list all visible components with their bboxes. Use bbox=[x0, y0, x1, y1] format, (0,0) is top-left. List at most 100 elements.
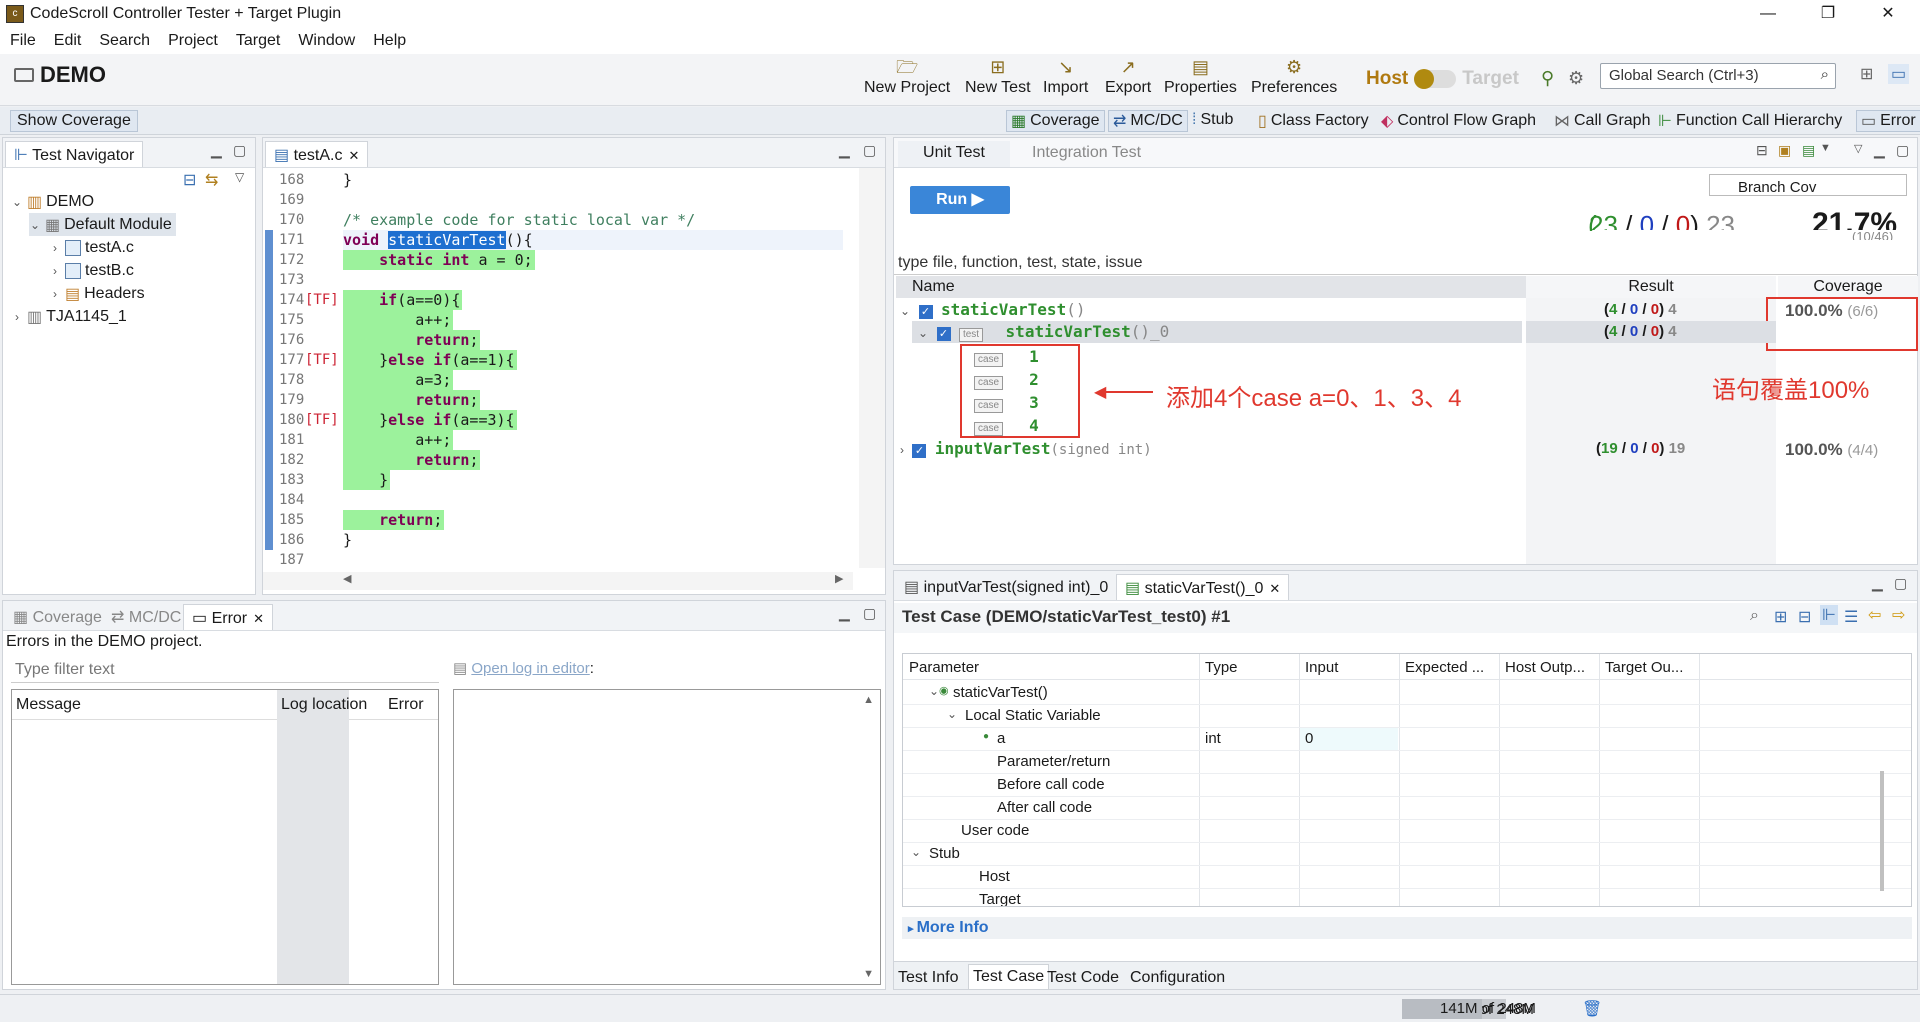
code-line[interactable]: } bbox=[343, 470, 391, 490]
close-icon[interactable]: ✕ bbox=[253, 611, 264, 626]
global-search-input[interactable]: Global Search (Ctrl+3) ⌕ bbox=[1600, 63, 1836, 89]
tree-item-testa[interactable]: › testA.c bbox=[49, 236, 134, 259]
tab-configuration[interactable]: Configuration bbox=[1130, 969, 1225, 987]
code-line[interactable]: a++; bbox=[343, 310, 454, 330]
tree-item-demo[interactable]: ⌄ ▥ DEMO bbox=[11, 190, 94, 213]
parameter-row[interactable]: ⌄ Stub bbox=[903, 843, 1911, 866]
filter-icon[interactable]: ⚲ bbox=[1541, 68, 1554, 89]
test-row-staticvartest[interactable]: ⌄ ✓ staticVarTest() bbox=[900, 299, 1085, 321]
tree-item-headers[interactable]: › ▤ Headers bbox=[49, 282, 145, 305]
maximize-icon[interactable]: ▢ bbox=[1894, 575, 1907, 592]
coverage-type-select[interactable]: Branch Cov bbox=[1709, 174, 1907, 196]
case-row-3[interactable]: case 3 bbox=[974, 392, 1039, 414]
column-header[interactable]: Host Outp... bbox=[1505, 659, 1585, 676]
close-button[interactable]: ✕ bbox=[1860, 0, 1916, 28]
column-coverage[interactable]: Coverage bbox=[1778, 276, 1918, 298]
column-header[interactable]: Target Ou... bbox=[1605, 659, 1683, 676]
chevron-down-icon[interactable]: ⌄ bbox=[947, 707, 957, 721]
code-line[interactable]: static int a = 0; bbox=[343, 250, 535, 270]
dropdown-icon[interactable]: ▼ bbox=[1820, 142, 1831, 154]
function-call-hierarchy-view-button[interactable]: ⊩ Function Call Hierarchy bbox=[1658, 111, 1842, 131]
tree-view-icon[interactable]: ⊩ bbox=[1820, 605, 1838, 625]
code-line[interactable]: return; bbox=[343, 510, 445, 530]
collapse-all-icon[interactable]: ⊟ bbox=[1798, 607, 1811, 627]
case-row-4[interactable]: case 4 bbox=[974, 415, 1039, 437]
minimize-icon[interactable]: ▁ bbox=[839, 605, 850, 622]
list-view-icon[interactable]: ☰ bbox=[1844, 607, 1858, 627]
tab-integration-test[interactable]: Integration Test bbox=[1024, 141, 1149, 167]
view-menu-icon[interactable]: ▽ bbox=[235, 170, 244, 184]
search-icon[interactable]: ⌕ bbox=[1750, 607, 1759, 625]
tab-testa-c[interactable]: ▤ testA.c ✕ bbox=[265, 141, 369, 167]
collapse-all-icon[interactable]: ⊟ bbox=[183, 170, 196, 190]
code-line[interactable]: a=3; bbox=[343, 370, 454, 390]
open-log-link[interactable]: ▤ Open log in editor: bbox=[453, 659, 594, 677]
toolbar-icon-2[interactable]: ▣ bbox=[1778, 142, 1791, 159]
minimize-icon[interactable]: ▁ bbox=[1874, 142, 1885, 159]
maximize-button[interactable]: ❐ bbox=[1800, 0, 1856, 28]
maximize-icon[interactable]: ▢ bbox=[863, 605, 876, 622]
tab-staticvartest-0[interactable]: ▤ staticVarTest()_0 ✕ bbox=[1116, 574, 1290, 600]
toolbar-icon-1[interactable]: ⊟ bbox=[1756, 142, 1768, 159]
parameter-row[interactable]: Target bbox=[903, 889, 1911, 906]
tab-test-info[interactable]: Test Info bbox=[898, 969, 958, 987]
forward-icon[interactable]: ⇨ bbox=[1892, 605, 1905, 625]
code-line[interactable]: }else if(a==3){ bbox=[343, 410, 517, 430]
tree-item-tja1145[interactable]: › ▥ TJA1145_1 bbox=[11, 305, 127, 328]
chevron-down-icon[interactable]: ⌄ bbox=[911, 845, 921, 859]
open-perspective-icon[interactable]: ⊞ bbox=[1860, 64, 1873, 84]
tab-inputvartest-0[interactable]: ▤ inputVarTest(signed int)_0 bbox=[896, 574, 1116, 600]
code-line[interactable]: }else if(a==1){ bbox=[343, 350, 517, 370]
perspective-icon[interactable]: ▭ bbox=[1888, 64, 1910, 84]
parameter-row[interactable]: Host bbox=[903, 866, 1911, 889]
toggle-switch[interactable] bbox=[1414, 69, 1457, 89]
stub-view-button[interactable]: ⁞ Stub bbox=[1192, 111, 1233, 129]
view-menu-icon[interactable]: ▽ bbox=[1854, 142, 1862, 155]
parameter-row[interactable]: Parameter/return bbox=[903, 751, 1911, 774]
horizontal-scrollbar[interactable]: ◀ ▶ bbox=[263, 572, 853, 590]
menu-help[interactable]: Help bbox=[373, 32, 406, 50]
maximize-icon[interactable]: ▢ bbox=[1896, 142, 1909, 159]
mcdc-view-button[interactable]: ⇄ MC/DC bbox=[1108, 110, 1188, 132]
garbage-collect-icon[interactable]: 🗑 bbox=[1582, 999, 1602, 1019]
more-info-toggle[interactable]: ▸ More Info bbox=[902, 917, 1912, 939]
code-line[interactable]: return; bbox=[343, 330, 481, 350]
column-header[interactable]: Type bbox=[1205, 659, 1238, 676]
parameter-row[interactable]: Before call code bbox=[903, 774, 1911, 797]
minimize-icon[interactable]: ▁ bbox=[839, 142, 850, 159]
code-line[interactable]: a++; bbox=[343, 430, 454, 450]
preferences-button[interactable]: ⚙ Preferences bbox=[1251, 56, 1337, 97]
column-header[interactable]: Input bbox=[1305, 659, 1338, 676]
case-row-2[interactable]: case 2 bbox=[974, 369, 1039, 391]
class-factory-view-button[interactable]: ▯ Class Factory bbox=[1258, 111, 1369, 131]
table-scrollbar[interactable] bbox=[1880, 771, 1884, 891]
toolbar-icon-3[interactable]: ▤ bbox=[1802, 142, 1815, 159]
case-row-1[interactable]: case 1 bbox=[974, 346, 1039, 368]
parameter-row[interactable]: a ● int 0 bbox=[903, 728, 1911, 751]
tab-test-code[interactable]: Test Code bbox=[1047, 969, 1119, 987]
tree-item-default-module[interactable]: ⌄ ▦ Default Module bbox=[29, 213, 176, 236]
column-name[interactable]: Name bbox=[896, 276, 1526, 298]
filter-input[interactable]: Type filter text bbox=[11, 659, 439, 683]
column-error[interactable]: Error bbox=[388, 696, 424, 714]
code-line[interactable]: /* example code for static local var */ bbox=[343, 210, 695, 230]
error-view-button[interactable]: ▭ Error bbox=[1856, 110, 1920, 132]
tab-test-navigator[interactable]: ⊩ Test Navigator bbox=[5, 141, 144, 167]
maximize-icon[interactable]: ▢ bbox=[863, 142, 876, 159]
menu-search[interactable]: Search bbox=[99, 32, 150, 50]
menu-window[interactable]: Window bbox=[298, 32, 355, 50]
menu-file[interactable]: File bbox=[10, 32, 36, 50]
control-flow-graph-view-button[interactable]: ⬖ Control Flow Graph bbox=[1381, 111, 1536, 131]
tab-unit-test[interactable]: Unit Test bbox=[898, 141, 1010, 167]
code-line[interactable]: if(a==0){ bbox=[343, 290, 463, 310]
tree-item-testb[interactable]: › testB.c bbox=[49, 259, 134, 282]
close-icon[interactable]: ✕ bbox=[348, 148, 359, 163]
minimize-icon[interactable]: ▁ bbox=[211, 142, 222, 159]
parameter-row[interactable]: ⌄ Local Static Variable bbox=[903, 705, 1911, 728]
minimize-button[interactable]: — bbox=[1740, 0, 1796, 28]
code-line[interactable]: } bbox=[343, 530, 352, 550]
link-editor-icon[interactable]: ⇆ bbox=[205, 170, 218, 190]
parameter-row[interactable]: After call code bbox=[903, 797, 1911, 820]
minimize-icon[interactable]: ▁ bbox=[1872, 575, 1883, 592]
test-row-staticvartest-0[interactable]: ⌄ ✓ test staticVarTest()_0 bbox=[918, 321, 1169, 343]
